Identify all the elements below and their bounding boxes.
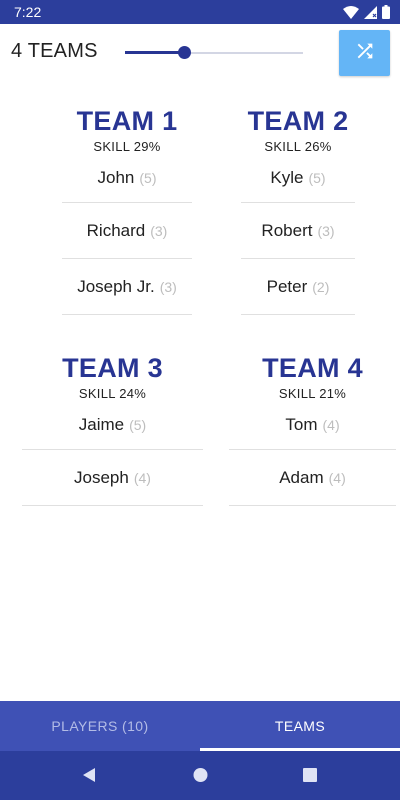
player-name: Adam <box>279 467 324 487</box>
player-name: Robert <box>261 220 313 240</box>
home-icon[interactable] <box>193 767 208 788</box>
player-skill: (3) <box>159 278 177 295</box>
team-player-list: Tom (4) Adam (4) <box>229 401 396 506</box>
player-skill: (4) <box>328 469 346 486</box>
team-player-list: Jaime (5) Joseph (4) <box>22 401 203 506</box>
team-count-slider[interactable] <box>125 45 303 61</box>
player-skill: (4) <box>133 469 151 486</box>
player-row[interactable]: John (5) <box>62 154 192 203</box>
team-title: TEAM 2 <box>247 106 349 136</box>
player-skill: (4) <box>322 417 340 433</box>
status-bar: 7:22 <box>0 0 400 24</box>
bottom-tab-bar: PLAYERS (10) TEAMS <box>0 701 400 751</box>
player-skill: (3) <box>150 222 168 239</box>
tab-players[interactable]: PLAYERS (10) <box>0 701 200 751</box>
player-skill: (2) <box>312 278 330 295</box>
player-row[interactable]: Adam (4) <box>229 450 396 506</box>
player-row[interactable]: Tom (4) <box>229 401 396 450</box>
team-card: TEAM 4 SKILL 21% Tom (4) Adam (4) <box>229 352 396 506</box>
player-skill: (5) <box>129 417 147 433</box>
team-title: TEAM 3 <box>62 353 163 383</box>
team-skill: SKILL 29% <box>93 139 161 154</box>
team-card: TEAM 2 SKILL 26% Kyle (5) Robert (3) Pet… <box>241 105 355 315</box>
team-title: TEAM 1 <box>76 106 178 136</box>
player-name: Peter <box>266 276 308 296</box>
team-count-bar: 4 TEAMS <box>0 24 400 82</box>
player-row[interactable]: Robert (3) <box>241 203 355 259</box>
player-row[interactable]: Peter (2) <box>241 259 355 315</box>
shuffle-icon <box>354 40 376 67</box>
team-card: TEAM 3 SKILL 24% Jaime (5) Joseph (4) <box>22 352 203 506</box>
battery-icon <box>382 5 390 19</box>
team-skill: SKILL 21% <box>278 386 347 401</box>
player-name: Joseph <box>74 467 129 487</box>
shuffle-button[interactable] <box>339 30 390 76</box>
status-icons <box>343 5 390 19</box>
player-row[interactable]: Joseph (4) <box>22 450 203 506</box>
player-name: John <box>97 168 135 187</box>
player-row[interactable]: Kyle (5) <box>241 154 355 203</box>
player-name: Joseph Jr. <box>77 276 155 296</box>
back-icon[interactable] <box>82 767 96 788</box>
team-player-list: Kyle (5) Robert (3) Peter (2) <box>241 154 355 315</box>
player-name: Richard <box>86 220 146 240</box>
system-nav-bar <box>0 751 400 800</box>
team-count-label: 4 TEAMS <box>11 40 98 62</box>
player-name: Kyle <box>270 168 304 187</box>
player-name: Jaime <box>78 415 125 434</box>
team-player-list: John (5) Richard (3) Joseph Jr. (3) <box>62 154 192 315</box>
player-skill: (5) <box>139 170 157 186</box>
recents-icon[interactable] <box>303 767 317 788</box>
tab-teams[interactable]: TEAMS <box>200 701 400 751</box>
slider-thumb[interactable] <box>177 46 191 59</box>
team-card: TEAM 1 SKILL 29% John (5) Richard (3) Jo… <box>62 105 192 315</box>
wifi-icon <box>343 5 359 19</box>
team-skill: SKILL 24% <box>78 386 147 401</box>
player-row[interactable]: Joseph Jr. (3) <box>62 259 192 315</box>
player-skill: (3) <box>317 222 335 239</box>
player-row[interactable]: Richard (3) <box>62 203 192 259</box>
slider-fill <box>125 51 184 54</box>
player-name: Tom <box>285 415 318 434</box>
player-row[interactable]: Jaime (5) <box>22 401 203 450</box>
team-title: TEAM 4 <box>262 353 363 383</box>
player-skill: (5) <box>308 170 326 186</box>
signal-icon <box>364 5 377 19</box>
status-time: 7:22 <box>14 4 42 20</box>
team-skill: SKILL 26% <box>264 139 332 154</box>
